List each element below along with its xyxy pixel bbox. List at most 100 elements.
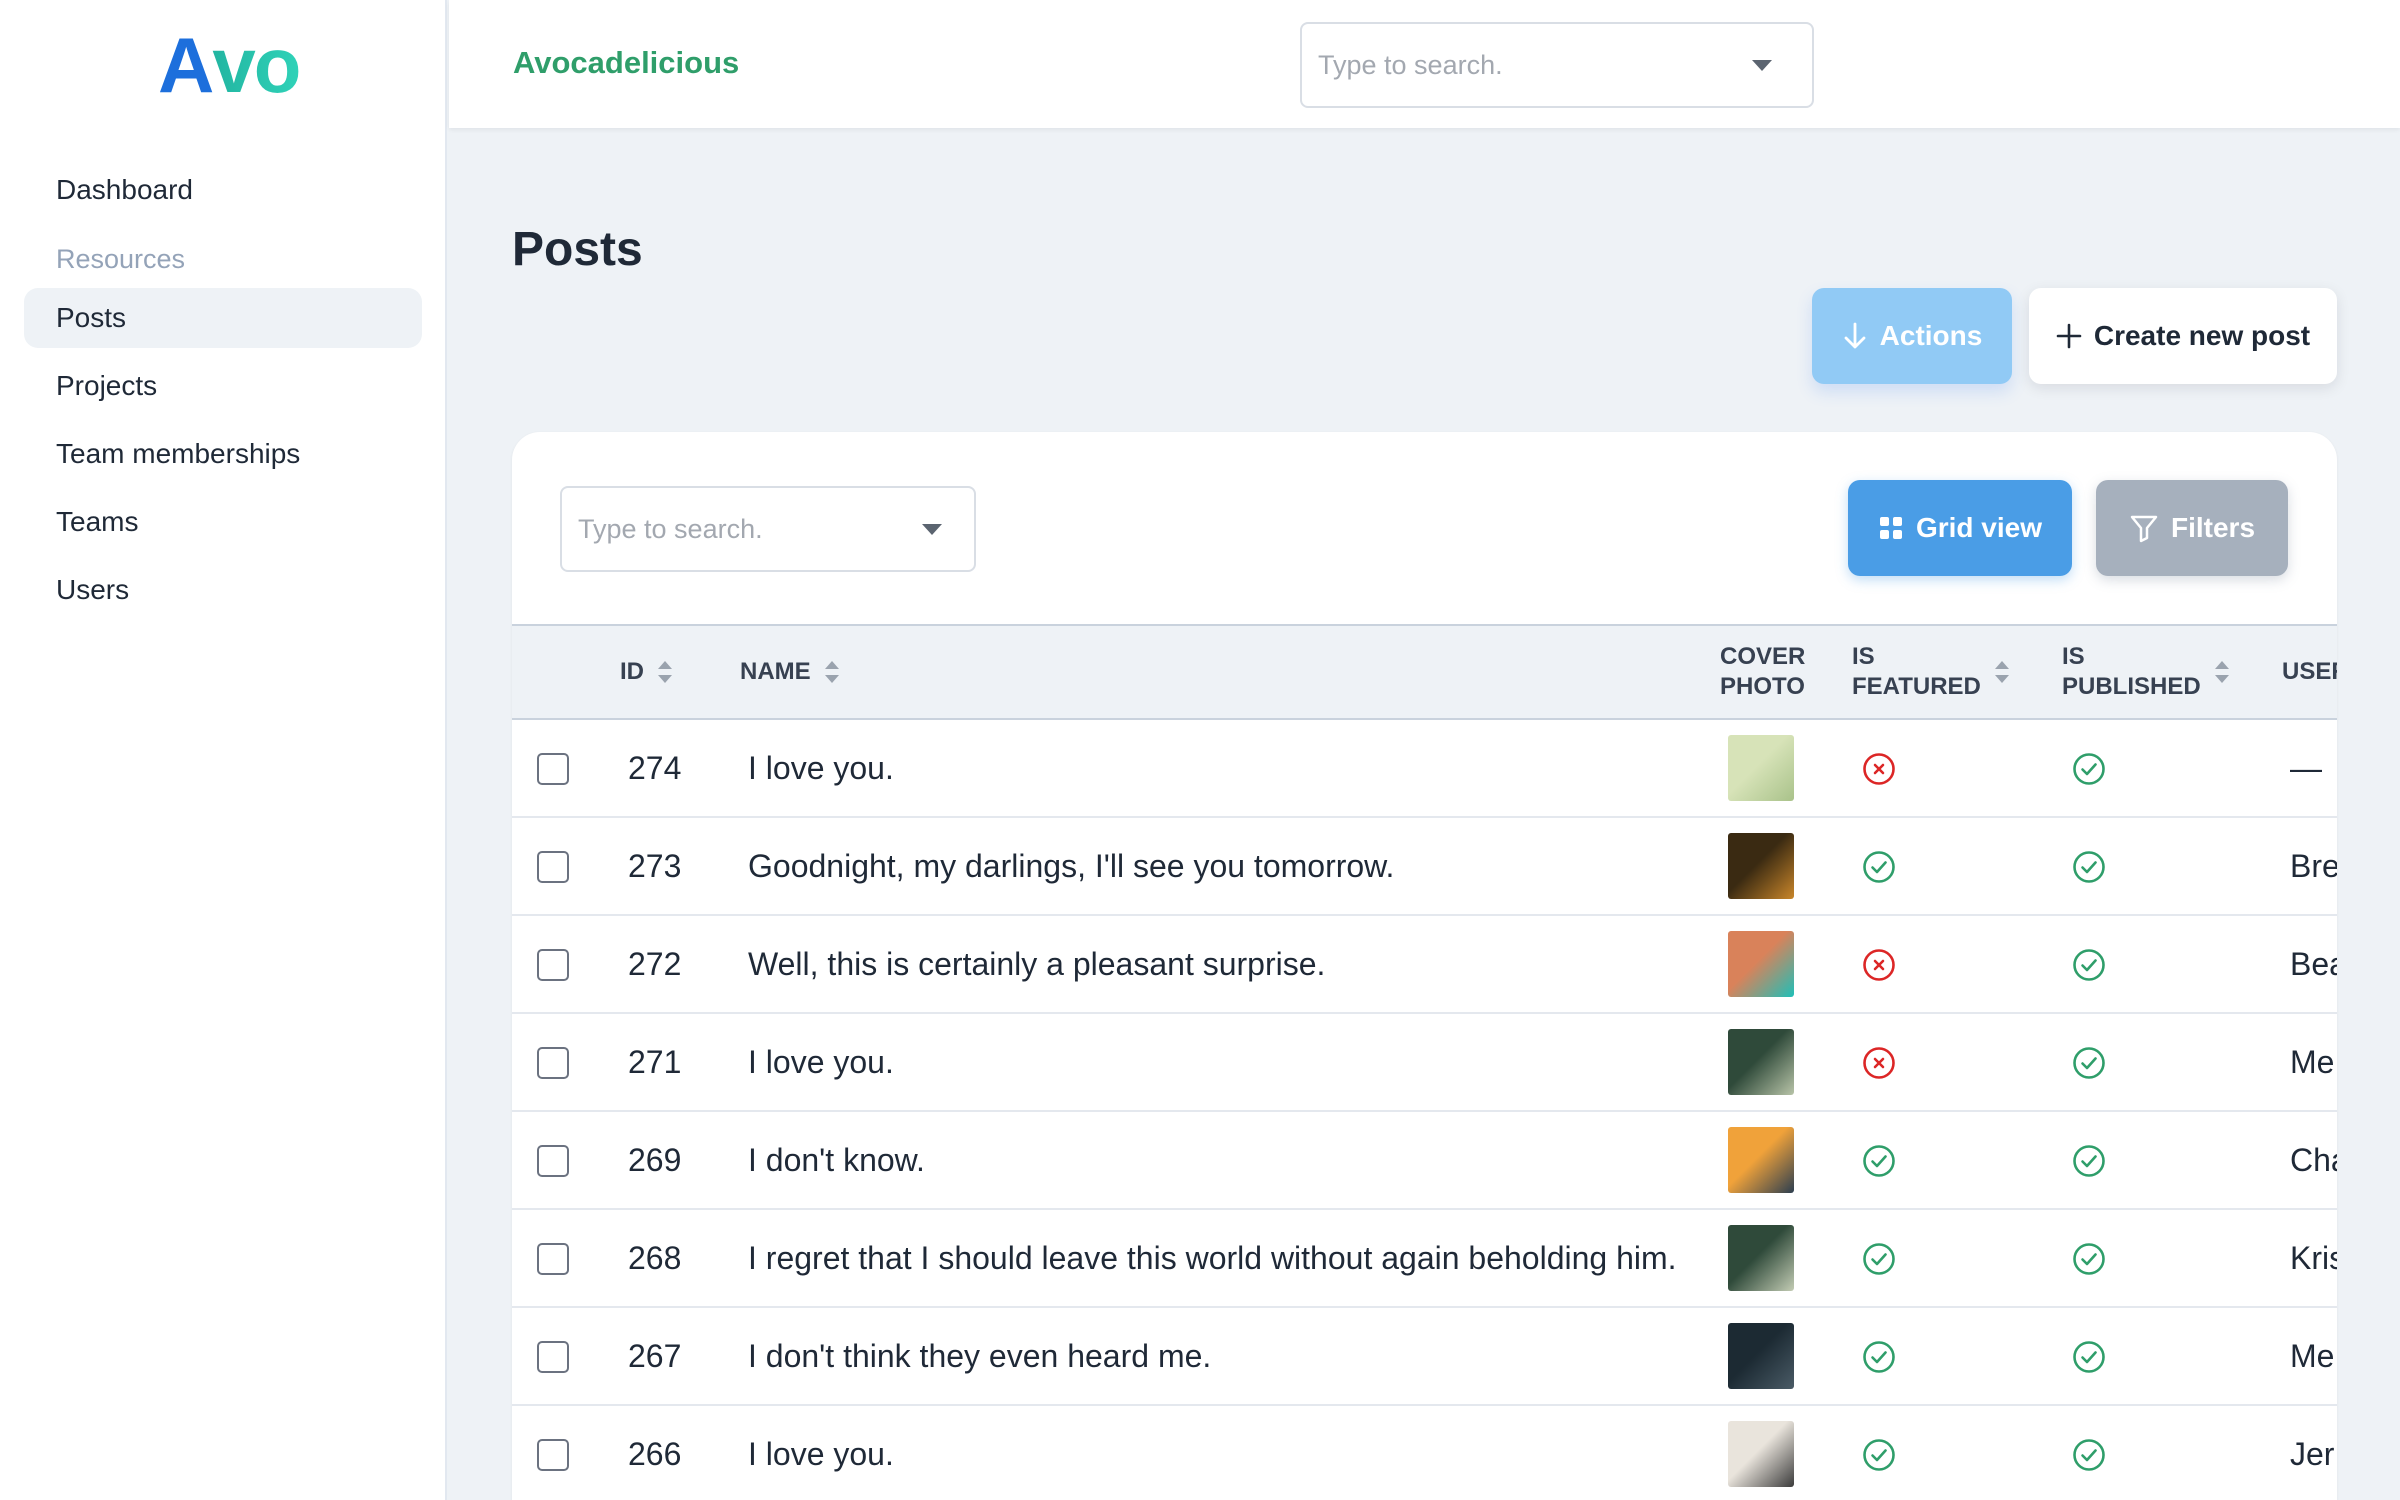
cell-user[interactable]: Bre — [2290, 818, 2337, 914]
row-checkbox[interactable] — [537, 851, 569, 883]
cover-photo-thumbnail[interactable] — [1728, 1421, 1794, 1487]
sort-icon[interactable] — [1994, 661, 2009, 683]
cell-name[interactable]: I love you. — [748, 720, 894, 816]
table-row[interactable]: 267 I don't think they even heard me. Me — [512, 1308, 2337, 1406]
column-header-id-label: ID — [620, 658, 644, 685]
logo-letter-a: A — [158, 21, 214, 109]
avo-logo[interactable]: Avo — [158, 21, 301, 109]
column-header-name[interactable]: NAME — [740, 657, 839, 687]
create-new-post-button[interactable]: Create new post — [2029, 288, 2337, 384]
cover-photo-thumbnail[interactable] — [1728, 1029, 1794, 1095]
row-checkbox[interactable] — [537, 1341, 569, 1373]
row-checkbox[interactable] — [537, 1439, 569, 1471]
x-circle-icon — [1862, 752, 1896, 786]
grid-view-button[interactable]: Grid view — [1848, 480, 2072, 576]
filters-button[interactable]: Filters — [2096, 480, 2288, 576]
global-search[interactable] — [1300, 22, 1814, 108]
cover-photo-thumbnail[interactable] — [1728, 1323, 1794, 1389]
cell-id[interactable]: 272 — [628, 916, 681, 1012]
row-checkbox[interactable] — [537, 1145, 569, 1177]
column-header-line: IS — [2062, 643, 2085, 670]
funnel-icon — [2130, 515, 2158, 543]
check-circle-icon — [2072, 1046, 2106, 1080]
table-row[interactable]: 273 Goodnight, my darlings, I'll see you … — [512, 818, 2337, 916]
cell-name[interactable]: I don't think they even heard me. — [748, 1308, 1211, 1404]
check-circle-icon — [1862, 850, 1896, 884]
sidebar-item-dashboard[interactable]: Dashboard — [24, 160, 422, 220]
row-checkbox[interactable] — [537, 1047, 569, 1079]
global-search-input[interactable] — [1302, 24, 1812, 106]
sort-icon[interactable] — [2214, 661, 2229, 683]
cell-name[interactable]: I don't know. — [748, 1112, 925, 1208]
cell-user[interactable]: Me — [2290, 1014, 2334, 1110]
sidebar: Avo Dashboard Resources Posts Projects T… — [0, 0, 447, 1500]
cover-photo-thumbnail[interactable] — [1728, 735, 1794, 801]
table-search[interactable] — [560, 486, 976, 572]
grid-icon — [1879, 517, 1902, 539]
cell-user[interactable]: Jer — [2290, 1406, 2334, 1500]
cell-name[interactable]: I love you. — [748, 1406, 894, 1500]
sidebar-item-users[interactable]: Users — [24, 560, 422, 620]
sort-icon[interactable] — [824, 661, 839, 683]
cell-user[interactable]: Me — [2290, 1308, 2334, 1404]
row-checkbox[interactable] — [537, 753, 569, 785]
cell-user[interactable]: Cha — [2290, 1112, 2337, 1208]
brand-link[interactable]: Avocadelicious — [513, 45, 739, 81]
column-header-line: PHOTO — [1720, 673, 1805, 700]
chevron-down-icon[interactable] — [1752, 60, 1772, 71]
cover-photo-thumbnail[interactable] — [1728, 833, 1794, 899]
column-header-is-published-label: IS PUBLISHED — [2062, 642, 2201, 702]
cell-name[interactable]: I regret that I should leave this world … — [748, 1210, 1677, 1306]
cell-user[interactable]: — — [2290, 720, 2322, 816]
cell-user[interactable]: Kris — [2290, 1210, 2337, 1306]
grid-view-button-label: Grid view — [1915, 512, 2043, 543]
column-header-user[interactable]: USER — [2282, 657, 2337, 687]
cell-id[interactable]: 268 — [628, 1210, 681, 1306]
column-header-is-published[interactable]: IS PUBLISHED — [2062, 642, 2229, 702]
actions-button-label: Actions — [1879, 320, 1983, 351]
check-circle-icon — [2072, 1340, 2106, 1374]
sidebar-item-posts[interactable]: Posts — [24, 288, 422, 348]
cell-id[interactable]: 266 — [628, 1406, 681, 1500]
actions-button[interactable]: Actions — [1812, 288, 2012, 384]
table-row[interactable]: 274 I love you. — — [512, 720, 2337, 818]
column-header-name-label: NAME — [740, 658, 811, 685]
cover-photo-thumbnail[interactable] — [1728, 1225, 1794, 1291]
cover-photo-thumbnail[interactable] — [1728, 1127, 1794, 1193]
table-search-input[interactable] — [562, 488, 974, 570]
cell-name[interactable]: I love you. — [748, 1014, 894, 1110]
column-header-line: PUBLISHED — [2062, 673, 2201, 700]
cover-photo-thumbnail[interactable] — [1728, 931, 1794, 997]
row-checkbox[interactable] — [537, 949, 569, 981]
sort-icon[interactable] — [658, 661, 672, 683]
sidebar-item-projects[interactable]: Projects — [24, 356, 422, 416]
column-header-line: FEATURED — [1852, 673, 1981, 700]
table-row[interactable]: 268 I regret that I should leave this wor… — [512, 1210, 2337, 1308]
table-row[interactable]: 266 I love you. Jer — [512, 1406, 2337, 1500]
column-header-id[interactable]: ID — [620, 657, 672, 687]
row-checkbox[interactable] — [537, 1243, 569, 1275]
sidebar-item-team-memberships[interactable]: Team memberships — [24, 424, 422, 484]
cell-id[interactable]: 273 — [628, 818, 681, 914]
sidebar-item-teams[interactable]: Teams — [24, 492, 422, 552]
table-row[interactable]: 272 Well, this is certainly a pleasant su… — [512, 916, 2337, 1014]
check-circle-icon — [1862, 1144, 1896, 1178]
column-header-line: COVER — [1720, 643, 1806, 670]
table-row[interactable]: 271 I love you. Me — [512, 1014, 2337, 1112]
x-circle-icon — [1862, 948, 1896, 982]
cell-id[interactable]: 267 — [628, 1308, 681, 1404]
cell-name[interactable]: Well, this is certainly a pleasant surpr… — [748, 916, 1325, 1012]
cell-user[interactable]: Bea — [2290, 916, 2337, 1012]
column-header-is-featured-label: IS FEATURED — [1852, 642, 1981, 702]
cell-id[interactable]: 271 — [628, 1014, 681, 1110]
cell-id[interactable]: 274 — [628, 720, 681, 816]
logo-letters-vo: vo — [212, 21, 301, 109]
chevron-down-icon[interactable] — [922, 524, 942, 535]
cell-name[interactable]: Goodnight, my darlings, I'll see you tom… — [748, 818, 1394, 914]
cell-id[interactable]: 269 — [628, 1112, 681, 1208]
column-header-is-featured[interactable]: IS FEATURED — [1852, 642, 2009, 702]
table-row[interactable]: 269 I don't know. Cha — [512, 1112, 2337, 1210]
check-circle-icon — [1862, 1438, 1896, 1472]
check-circle-icon — [1862, 1340, 1896, 1374]
